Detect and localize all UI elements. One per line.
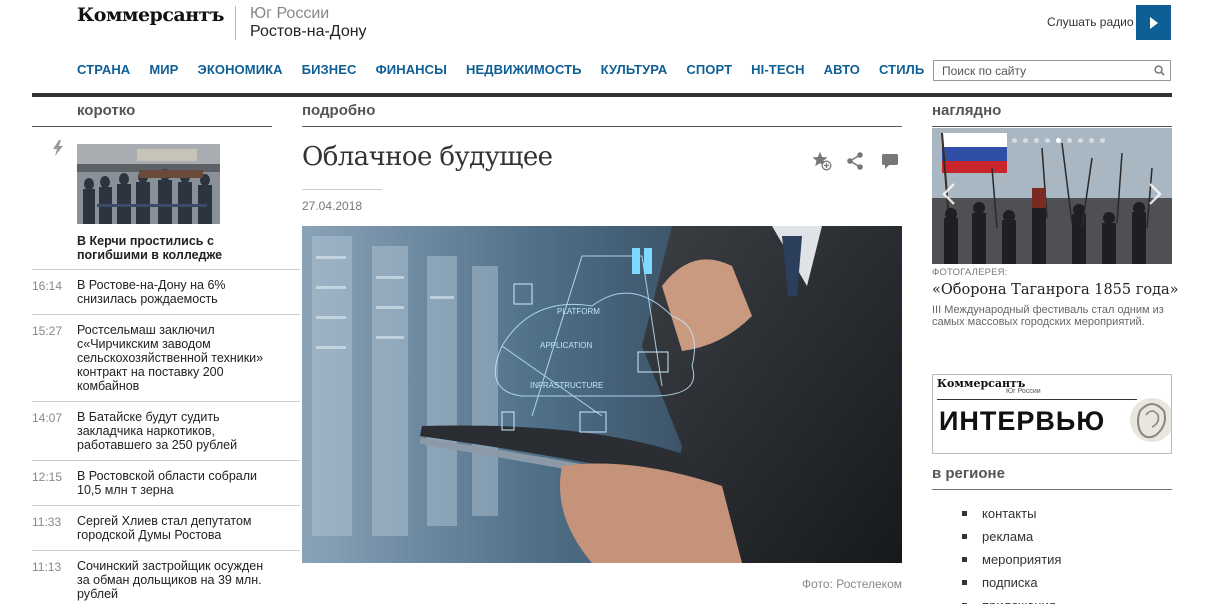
interview-word: ИНТЕРВЬЮ xyxy=(939,406,1106,436)
gallery-dot[interactable] xyxy=(1056,138,1061,143)
search-input[interactable] xyxy=(934,61,1144,80)
news-time: 11:33 xyxy=(32,515,62,529)
image-overlay-text: APPLICATION xyxy=(540,341,593,350)
nav-item-7[interactable]: СПОРТ xyxy=(686,62,732,77)
article-main-image[interactable]: PLATFORM APPLICATION INFRASTRUCTURE xyxy=(302,226,902,563)
gallery-dot[interactable] xyxy=(1034,138,1039,143)
lead-news-title[interactable]: В Керчи простились с погибшими в колледж… xyxy=(77,234,267,262)
gallery-next-arrow[interactable] xyxy=(1148,182,1162,206)
nav-item-0[interactable]: СТРАНА xyxy=(77,62,130,77)
gallery-dots xyxy=(1012,138,1105,143)
interview-emblem-icon xyxy=(1130,398,1171,442)
region-links: контактырекламамероприятияподпискаприлож… xyxy=(962,502,1061,604)
region-link[interactable]: контакты xyxy=(962,502,1061,525)
header-rule xyxy=(32,93,1172,97)
comments-icon[interactable] xyxy=(880,151,900,171)
lead-news-image[interactable] xyxy=(77,144,220,224)
gallery-dot[interactable] xyxy=(1067,138,1072,143)
share-icon[interactable] xyxy=(846,151,866,171)
gallery-dot[interactable] xyxy=(1078,138,1083,143)
logo-divider xyxy=(235,6,236,40)
region-label[interactable]: Юг России Ростов-на-Дону xyxy=(250,5,367,41)
region-link[interactable]: приложения xyxy=(962,594,1061,604)
gallery-description: III Международный фестиваль стал одним и… xyxy=(932,304,1164,328)
lightning-icon xyxy=(53,140,63,156)
section-header-detail: подробно xyxy=(302,102,902,127)
photo-credit: Фото: Ростелеком xyxy=(801,577,902,591)
news-item[interactable]: 14:07 В Батайске будут судить закладчика … xyxy=(32,401,300,460)
nav-item-3[interactable]: БИЗНЕС xyxy=(302,62,357,77)
article-date: 27.04.2018 xyxy=(302,199,363,213)
city-name: Ростов-на-Дону xyxy=(250,23,367,40)
region-link[interactable]: реклама xyxy=(962,525,1061,548)
region-name: Юг России xyxy=(250,5,330,22)
news-title[interactable]: Сочинский застройщик осужден за обман до… xyxy=(77,559,277,601)
gallery-dot[interactable] xyxy=(1045,138,1050,143)
interview-banner[interactable]: Коммерсантъ Юг России ИНТЕРВЬЮ xyxy=(932,374,1172,454)
section-header-visual: наглядно xyxy=(932,102,1172,127)
gallery-title[interactable]: «Оборона Таганрога 1855 года» xyxy=(932,282,1179,298)
nav-item-1[interactable]: МИР xyxy=(149,62,178,77)
radio-label[interactable]: Слушать радио xyxy=(1047,15,1134,29)
news-title[interactable]: Ростсельмаш заключил с«Чирчикским заводо… xyxy=(77,323,277,393)
nav-item-2[interactable]: ЭКОНОМИКА xyxy=(197,62,282,77)
region-link[interactable]: мероприятия xyxy=(962,548,1061,571)
article-title[interactable]: Облачное будущее xyxy=(302,142,553,172)
nav-item-4[interactable]: ФИНАНСЫ xyxy=(376,62,447,77)
gallery-dot[interactable] xyxy=(1012,138,1017,143)
news-time: 11:13 xyxy=(32,560,62,574)
gallery-prev-arrow[interactable] xyxy=(942,182,956,206)
interview-rule xyxy=(937,399,1137,400)
news-item[interactable]: 12:15 В Ростовской области собрали 10,5 м… xyxy=(32,460,300,505)
photo-gallery[interactable] xyxy=(932,128,1172,264)
news-time: 15:27 xyxy=(32,324,63,338)
search-box xyxy=(933,60,1171,81)
main-nav: СТРАНА МИР ЭКОНОМИКА БИЗНЕС ФИНАНСЫ НЕДВИЖИМО… xyxy=(77,62,943,77)
gallery-dot[interactable] xyxy=(1089,138,1094,143)
article-tools xyxy=(812,151,900,171)
region-link[interactable]: подписка xyxy=(962,571,1061,594)
radio-play-button[interactable] xyxy=(1136,5,1171,40)
news-title[interactable]: В Батайске будут судить закладчика нарко… xyxy=(77,410,277,452)
news-item[interactable]: 16:14 В Ростове-на-Дону на 6% снизилась р… xyxy=(32,269,300,314)
news-time: 16:14 xyxy=(32,279,63,293)
nav-item-10[interactable]: СТИЛЬ xyxy=(879,62,924,77)
news-item[interactable]: 15:27 Ростсельмаш заключил с«Чирчикским з… xyxy=(32,314,300,401)
interview-region: Юг России xyxy=(1006,388,1041,395)
section-header-region: в регионе xyxy=(932,465,1172,490)
gallery-dot[interactable] xyxy=(1023,138,1028,143)
news-time: 12:15 xyxy=(32,470,63,484)
news-item[interactable]: 11:33 Сергей Хлиев стал депутатом городск… xyxy=(32,505,300,550)
section-header-brief: коротко xyxy=(32,102,272,127)
news-title[interactable]: В Ростове-на-Дону на 6% снизилась рождае… xyxy=(77,278,277,306)
nav-item-9[interactable]: АВТО xyxy=(824,62,860,77)
nav-item-8[interactable]: HI-TECH xyxy=(751,62,804,77)
image-overlay-text: INFRASTRUCTURE xyxy=(530,381,603,390)
news-title[interactable]: Сергей Хлиев стал депутатом городской Ду… xyxy=(77,514,277,542)
site-logo[interactable]: Коммерсантъ xyxy=(77,4,224,26)
date-rule xyxy=(302,189,382,190)
search-icon[interactable] xyxy=(1154,65,1165,76)
news-list: 16:14 В Ростове-на-Дону на 6% снизилась р… xyxy=(32,269,300,604)
news-time: 14:07 xyxy=(32,411,63,425)
nav-item-6[interactable]: КУЛЬТУРА xyxy=(601,62,668,77)
favorite-add-icon[interactable] xyxy=(812,151,832,171)
news-item[interactable]: 11:13 Сочинский застройщик осужден за обм… xyxy=(32,550,300,604)
gallery-kicker: ФОТОГАЛЕРЕЯ: xyxy=(932,267,1008,278)
news-title[interactable]: В Ростовской области собрали 10,5 млн т … xyxy=(77,469,277,497)
nav-item-5[interactable]: НЕДВИЖИМОСТЬ xyxy=(466,62,582,77)
image-overlay-text: PLATFORM xyxy=(557,307,600,316)
gallery-dot[interactable] xyxy=(1100,138,1105,143)
